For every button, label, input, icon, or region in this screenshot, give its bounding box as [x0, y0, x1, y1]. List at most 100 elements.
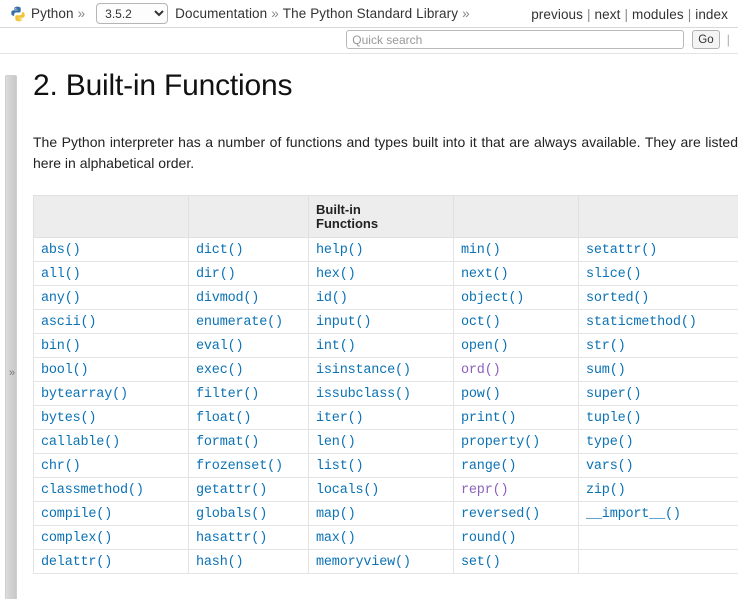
- sidebar-expand-handle[interactable]: »: [5, 75, 17, 599]
- nav-link-previous[interactable]: previous: [531, 7, 583, 22]
- function-link[interactable]: pow(): [461, 387, 501, 402]
- function-link[interactable]: dict(): [196, 243, 244, 258]
- nav-link-next[interactable]: next: [595, 7, 621, 22]
- function-link[interactable]: bytearray(): [41, 387, 128, 402]
- function-link[interactable]: input(): [316, 315, 372, 330]
- function-link[interactable]: any(): [41, 291, 81, 306]
- function-link[interactable]: eval(): [196, 339, 244, 354]
- function-link[interactable]: sum(): [586, 363, 626, 378]
- nav-link-modules[interactable]: modules: [632, 7, 684, 22]
- table-cell: bool(): [33, 357, 189, 382]
- function-link[interactable]: iter(): [316, 411, 364, 426]
- function-link[interactable]: slice(): [586, 267, 642, 282]
- table-row: ascii() enumerate() input() oct() staticmeth…: [33, 309, 738, 334]
- function-link[interactable]: locals(): [316, 483, 379, 498]
- breadcrumb: Python » 3.5.2 Documentation » The Pytho…: [10, 3, 474, 24]
- table-cell: int(): [308, 333, 454, 358]
- function-link[interactable]: delattr(): [41, 555, 112, 570]
- function-link[interactable]: super(): [586, 387, 642, 402]
- function-link[interactable]: bytes(): [41, 411, 97, 426]
- function-link[interactable]: compile(): [41, 507, 112, 522]
- function-link[interactable]: isinstance(): [316, 363, 411, 378]
- table-row: chr() frozenset() list() range() vars(): [33, 453, 738, 478]
- function-link[interactable]: round(): [461, 531, 517, 546]
- function-link[interactable]: oct(): [461, 315, 501, 330]
- function-link[interactable]: globals(): [196, 507, 267, 522]
- function-link[interactable]: getattr(): [196, 483, 267, 498]
- function-link[interactable]: next(): [461, 267, 509, 282]
- function-link[interactable]: setattr(): [586, 243, 657, 258]
- function-link[interactable]: memoryview(): [316, 555, 411, 570]
- function-link[interactable]: ord(): [461, 363, 501, 378]
- function-link[interactable]: abs(): [41, 243, 81, 258]
- function-link[interactable]: zip(): [586, 483, 626, 498]
- function-link[interactable]: hex(): [316, 267, 356, 282]
- table-cell: tuple(): [578, 405, 738, 430]
- function-link[interactable]: classmethod(): [41, 483, 144, 498]
- nav-link-documentation[interactable]: Documentation: [175, 6, 267, 21]
- function-link[interactable]: __import__(): [586, 507, 681, 522]
- function-link[interactable]: id(): [316, 291, 348, 306]
- function-link[interactable]: help(): [316, 243, 364, 258]
- nav-link-index[interactable]: index: [695, 7, 728, 22]
- function-link[interactable]: object(): [461, 291, 524, 306]
- function-link[interactable]: tuple(): [586, 411, 642, 426]
- function-link[interactable]: divmod(): [196, 291, 259, 306]
- function-link[interactable]: enumerate(): [196, 315, 283, 330]
- function-link[interactable]: property(): [461, 435, 540, 450]
- function-link[interactable]: ascii(): [41, 315, 97, 330]
- table-cell: min(): [453, 237, 579, 262]
- function-link[interactable]: int(): [316, 339, 356, 354]
- function-link[interactable]: sorted(): [586, 291, 649, 306]
- function-link[interactable]: list(): [316, 459, 364, 474]
- function-link[interactable]: bin(): [41, 339, 81, 354]
- function-link[interactable]: str(): [586, 339, 626, 354]
- function-link[interactable]: complex(): [41, 531, 112, 546]
- table-cell: next(): [453, 261, 579, 286]
- function-link[interactable]: all(): [41, 267, 81, 282]
- function-link[interactable]: min(): [461, 243, 501, 258]
- function-link[interactable]: map(): [316, 507, 356, 522]
- table-cell: hasattr(): [188, 525, 309, 550]
- function-link[interactable]: type(): [586, 435, 634, 450]
- function-link[interactable]: issubclass(): [316, 387, 411, 402]
- table-cell: setattr(): [578, 237, 738, 262]
- function-link[interactable]: vars(): [586, 459, 634, 474]
- table-row: compile() globals() map() reversed() __impor…: [33, 501, 738, 526]
- function-link[interactable]: bool(): [41, 363, 89, 378]
- function-link[interactable]: exec(): [196, 363, 244, 378]
- function-link[interactable]: len(): [316, 435, 356, 450]
- table-cell: hex(): [308, 261, 454, 286]
- nav-link-standard-library[interactable]: The Python Standard Library: [283, 6, 458, 21]
- function-link[interactable]: chr(): [41, 459, 81, 474]
- function-link[interactable]: callable(): [41, 435, 120, 450]
- function-link[interactable]: dir(): [196, 267, 236, 282]
- nav-link-python[interactable]: Python: [31, 6, 74, 21]
- function-link[interactable]: float(): [196, 411, 252, 426]
- function-link[interactable]: repr(): [461, 483, 509, 498]
- function-link[interactable]: hash(): [196, 555, 244, 570]
- function-link[interactable]: staticmethod(): [586, 315, 697, 330]
- table-cell: iter(): [308, 405, 454, 430]
- version-select[interactable]: 3.5.2: [96, 3, 169, 24]
- main-content: 2. Built-in Functions The Python interpr…: [33, 69, 738, 574]
- table-cell: eval(): [188, 333, 309, 358]
- function-link[interactable]: max(): [316, 531, 356, 546]
- search-trailing-divider: |: [726, 32, 730, 47]
- function-link[interactable]: reversed(): [461, 507, 540, 522]
- function-link[interactable]: hasattr(): [196, 531, 267, 546]
- search-input[interactable]: [346, 30, 685, 49]
- search-go-button[interactable]: Go: [692, 30, 720, 49]
- function-link[interactable]: format(): [196, 435, 259, 450]
- function-link[interactable]: print(): [461, 411, 517, 426]
- table-cell: isinstance(): [308, 357, 454, 382]
- table-header-cell-1: [33, 195, 189, 238]
- function-link[interactable]: range(): [461, 459, 517, 474]
- function-link[interactable]: set(): [461, 555, 501, 570]
- function-link[interactable]: frozenset(): [196, 459, 283, 474]
- table-cell: staticmethod(): [578, 309, 738, 334]
- function-link[interactable]: filter(): [196, 387, 259, 402]
- table-cell: any(): [33, 285, 189, 310]
- function-link[interactable]: open(): [461, 339, 509, 354]
- table-row: abs() dict() help() min() setattr(): [33, 237, 738, 262]
